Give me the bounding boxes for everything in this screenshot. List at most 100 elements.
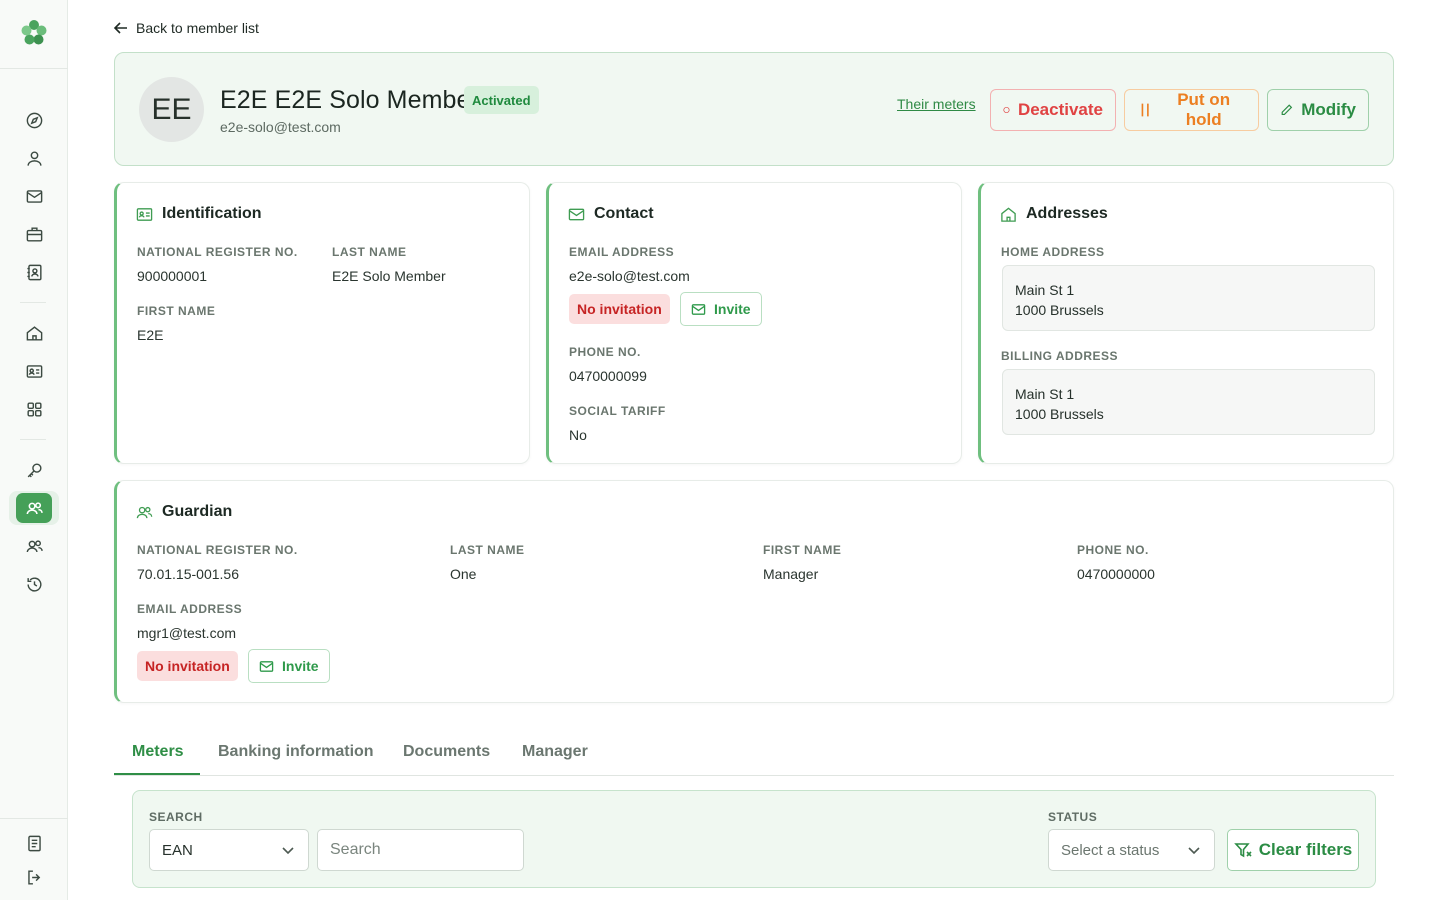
first-name-label: FIRST NAME bbox=[137, 304, 216, 318]
addresses-title-text: Addresses bbox=[1026, 205, 1108, 222]
national-register-value: 900000001 bbox=[137, 268, 208, 284]
first-name-value: E2E bbox=[137, 327, 164, 343]
social-tariff-value: No bbox=[569, 427, 587, 443]
home-address-line2: 1000 Brussels bbox=[1015, 302, 1104, 318]
mail-icon bbox=[259, 660, 274, 672]
billing-address-box: Main St 1 1000 Brussels bbox=[1002, 369, 1375, 435]
clear-filters-label: Clear filters bbox=[1258, 840, 1353, 859]
user-icon[interactable] bbox=[22, 146, 46, 170]
sidebar bbox=[0, 0, 68, 900]
guardian-title: Guardian bbox=[136, 503, 232, 521]
tab-documents[interactable]: Documents bbox=[403, 727, 490, 776]
member-name: E2E E2E Solo Member bbox=[220, 86, 479, 114]
put-on-hold-button[interactable]: Put on hold bbox=[1124, 89, 1259, 131]
deactivate-button[interactable]: Deactivate bbox=[990, 89, 1116, 131]
invite-label: Invite bbox=[714, 301, 751, 317]
home-icon bbox=[1001, 207, 1016, 222]
invitation-status-badge: No invitation bbox=[569, 294, 670, 324]
grid-icon[interactable] bbox=[22, 397, 46, 421]
guardian-last-name-label: LAST NAME bbox=[450, 543, 525, 557]
contact-title: Contact bbox=[568, 205, 654, 223]
mail-icon[interactable] bbox=[22, 184, 46, 208]
meters-filter-panel: SEARCH EAN STATUS Select a status Clear … bbox=[132, 790, 1376, 888]
search-input[interactable] bbox=[317, 829, 524, 871]
app-logo-icon[interactable] bbox=[19, 18, 49, 48]
phone-label: PHONE NO. bbox=[569, 345, 641, 359]
last-name-label: LAST NAME bbox=[332, 245, 407, 259]
their-meters-link[interactable]: Their meters bbox=[897, 96, 976, 112]
social-tariff-label: SOCIAL TARIFF bbox=[569, 404, 666, 418]
guardian-email-label: EMAIL ADDRESS bbox=[137, 602, 243, 616]
document-icon[interactable] bbox=[22, 831, 46, 855]
detail-tabs: Meters Banking information Documents Man… bbox=[114, 727, 1394, 776]
mail-icon bbox=[691, 303, 706, 315]
guardian-phone-value: 0470000000 bbox=[1077, 566, 1155, 582]
billing-address-label: BILLING ADDRESS bbox=[1001, 349, 1119, 363]
modify-label: Modify bbox=[1301, 100, 1356, 119]
back-link-label: Back to member list bbox=[136, 20, 259, 36]
search-label: SEARCH bbox=[149, 810, 203, 824]
pencil-icon bbox=[1281, 104, 1293, 115]
tab-manager[interactable]: Manager bbox=[522, 727, 588, 776]
identification-card: Identification NATIONAL REGISTER NO. 900… bbox=[114, 182, 530, 464]
last-name-value: E2E Solo Member bbox=[332, 268, 446, 284]
guardian-last-name-value: One bbox=[450, 566, 477, 582]
id-card-icon[interactable] bbox=[22, 359, 46, 383]
addresses-title: Addresses bbox=[1000, 205, 1108, 223]
circle-icon bbox=[1003, 106, 1010, 114]
compass-icon[interactable] bbox=[22, 108, 46, 132]
pause-icon bbox=[1141, 103, 1149, 117]
sidebar-divider bbox=[20, 439, 46, 440]
id-card-icon bbox=[136, 207, 153, 221]
guardian-title-text: Guardian bbox=[162, 503, 233, 520]
clear-filters-button[interactable]: Clear filters bbox=[1227, 829, 1359, 871]
members-icon[interactable] bbox=[16, 493, 52, 523]
guardian-first-name-label: FIRST NAME bbox=[763, 543, 842, 557]
status-badge: Activated bbox=[464, 86, 539, 114]
deactivate-label: Deactivate bbox=[1017, 100, 1103, 119]
chevron-down-icon bbox=[282, 847, 294, 855]
home-icon[interactable] bbox=[22, 321, 46, 345]
guardian-card: Guardian NATIONAL REGISTER NO. 70.01.15-… bbox=[114, 480, 1394, 703]
group-icon[interactable] bbox=[22, 534, 46, 558]
guardian-invite-label: Invite bbox=[282, 658, 319, 674]
guardian-email-value: mgr1@test.com bbox=[137, 625, 237, 641]
logout-icon[interactable] bbox=[22, 865, 46, 889]
back-to-member-list-link[interactable]: Back to member list bbox=[113, 20, 259, 36]
status-select[interactable]: Select a status bbox=[1048, 829, 1215, 871]
modify-button[interactable]: Modify bbox=[1267, 89, 1369, 131]
sidebar-divider bbox=[0, 818, 68, 819]
guardian-national-register-label: NATIONAL REGISTER NO. bbox=[137, 543, 298, 557]
home-address-label: HOME ADDRESS bbox=[1001, 245, 1105, 259]
search-type-select[interactable]: EAN bbox=[149, 829, 309, 871]
member-header-card: EE E2E E2E Solo Member Activated e2e-sol… bbox=[114, 52, 1394, 166]
put-on-hold-label: Put on hold bbox=[1177, 90, 1231, 129]
key-icon[interactable] bbox=[22, 458, 46, 482]
national-register-label: NATIONAL REGISTER NO. bbox=[137, 245, 298, 259]
chevron-down-icon bbox=[1188, 847, 1200, 855]
status-label: STATUS bbox=[1048, 810, 1098, 824]
guardian-phone-label: PHONE NO. bbox=[1077, 543, 1149, 557]
history-icon[interactable] bbox=[22, 572, 46, 596]
sidebar-divider bbox=[0, 68, 68, 69]
phone-value: 0470000099 bbox=[569, 368, 647, 384]
email-label: EMAIL ADDRESS bbox=[569, 245, 675, 259]
arrow-left-icon bbox=[113, 22, 127, 34]
guardian-invitation-status-badge: No invitation bbox=[137, 651, 238, 681]
identification-title-text: Identification bbox=[162, 205, 262, 222]
email-value: e2e-solo@test.com bbox=[569, 268, 690, 284]
tab-meters[interactable]: Meters bbox=[132, 727, 184, 776]
guardian-invite-button[interactable]: Invite bbox=[248, 649, 330, 683]
contact-card: Contact EMAIL ADDRESS e2e-solo@test.com … bbox=[546, 182, 962, 464]
briefcase-icon[interactable] bbox=[22, 222, 46, 246]
guardian-first-name-value: Manager bbox=[763, 566, 819, 582]
identification-title: Identification bbox=[136, 205, 262, 223]
invite-button[interactable]: Invite bbox=[680, 292, 762, 326]
sidebar-divider bbox=[20, 302, 46, 303]
contact-book-icon[interactable] bbox=[22, 260, 46, 284]
guardian-national-register-value: 70.01.15-001.56 bbox=[137, 566, 239, 582]
tab-banking-information[interactable]: Banking information bbox=[218, 727, 374, 776]
search-type-value: EAN bbox=[162, 841, 193, 859]
home-address-box: Main St 1 1000 Brussels bbox=[1002, 265, 1375, 331]
billing-address-line2: 1000 Brussels bbox=[1015, 406, 1104, 422]
